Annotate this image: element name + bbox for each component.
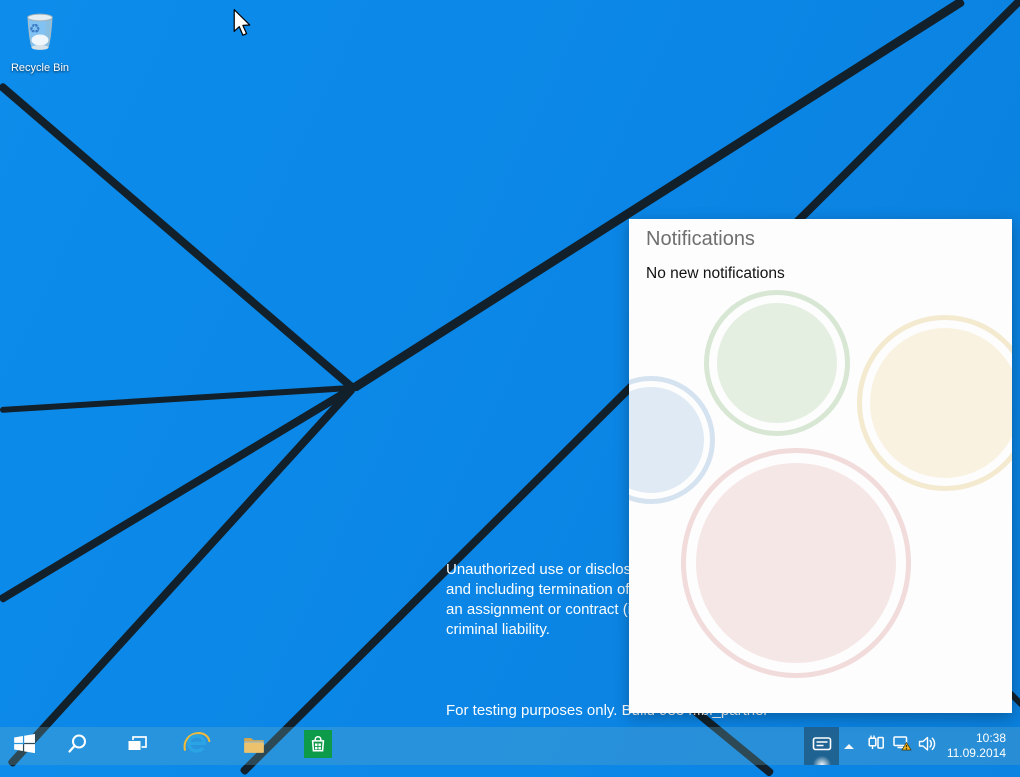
task-view-button[interactable]	[121, 727, 153, 765]
wallpaper-line	[0, 384, 355, 603]
search-button[interactable]	[62, 727, 94, 765]
clock-time: 10:38	[947, 731, 1006, 746]
chevron-up-icon	[844, 744, 854, 749]
task-view-icon	[125, 732, 149, 761]
store-button[interactable]	[301, 727, 335, 765]
recycle-bin[interactable]: ♻ Recycle Bin	[4, 8, 76, 74]
notification-center-icon	[812, 735, 832, 758]
search-icon	[66, 732, 90, 761]
notification-center-flyout: Notifications No new notifications	[629, 219, 1012, 713]
panel-title: Notifications	[646, 228, 755, 251]
active-button-glow	[813, 756, 831, 765]
file-explorer-button[interactable]	[238, 727, 270, 765]
clock[interactable]: 10:38 11.09.2014	[926, 727, 1006, 765]
folder-icon	[241, 731, 267, 762]
safely-remove-hardware-button[interactable]	[862, 727, 888, 765]
desktop: { "wallpaper": { "base_color": "#0b86e6"…	[0, 0, 1020, 765]
internet-explorer-button[interactable]	[179, 727, 213, 765]
recycle-bin-label: Recycle Bin	[4, 62, 76, 74]
store-icon	[304, 730, 332, 763]
empty-notifications-message: No new notifications	[646, 265, 785, 283]
start-button[interactable]	[6, 727, 42, 765]
internet-explorer-icon	[181, 728, 212, 764]
wallpaper-line	[0, 82, 355, 391]
show-hidden-icons-button[interactable]	[840, 727, 858, 765]
notification-center-button[interactable]	[804, 727, 839, 765]
recycle-bin-icon: ♻	[17, 43, 63, 60]
svg-text:♻: ♻	[29, 22, 41, 37]
windows-logo-icon	[11, 730, 38, 762]
safely-remove-hardware-icon	[866, 734, 885, 758]
clock-date: 11.09.2014	[947, 746, 1006, 761]
taskbar: 10:38 11.09.2014	[0, 727, 1020, 765]
network-button[interactable]	[889, 727, 915, 765]
mouse-cursor	[231, 8, 253, 43]
network-icon	[892, 734, 912, 758]
wallpaper-line	[0, 385, 353, 413]
